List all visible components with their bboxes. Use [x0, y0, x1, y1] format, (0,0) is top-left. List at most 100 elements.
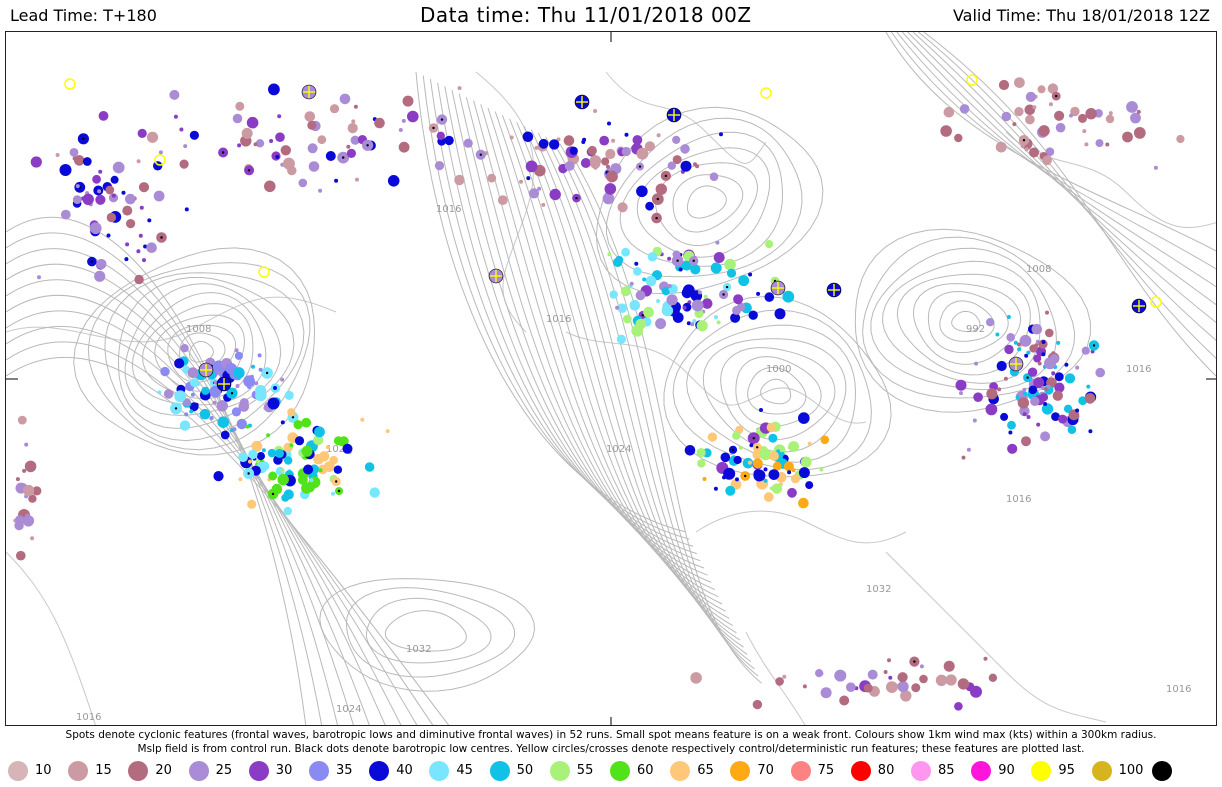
- feature-spot: [60, 209, 71, 220]
- feature-spot: [248, 449, 258, 460]
- low-centre-dot: [656, 197, 659, 201]
- feature-spot: [1095, 367, 1105, 378]
- feature-spot: [308, 161, 320, 172]
- feature-spot: [919, 664, 924, 669]
- feature-spot: [966, 447, 971, 452]
- feature-spot: [355, 177, 359, 182]
- feature-spot: [169, 89, 180, 100]
- feature-spot: [883, 670, 888, 674]
- isobar-line: [672, 174, 744, 233]
- feature-spot: [75, 184, 80, 189]
- feature-spot: [534, 145, 539, 150]
- feature-spot: [645, 275, 657, 287]
- isobar-label: 1016: [76, 712, 101, 723]
- feature-spot: [1108, 111, 1113, 116]
- feature-spot: [281, 493, 290, 502]
- legend-label: 45: [456, 763, 473, 778]
- feature-spot: [96, 258, 107, 270]
- feature-spot: [264, 180, 276, 193]
- valid-time-label: Valid Time: Thu 18/01/2018 12Z: [952, 6, 1210, 25]
- feature-spot: [732, 305, 742, 315]
- feature-spot: [189, 130, 199, 140]
- feature-spot: [457, 86, 462, 91]
- feature-spot: [569, 146, 578, 155]
- feature-spot: [1045, 310, 1049, 315]
- low-centre-dot: [1092, 344, 1096, 347]
- feature-spot: [235, 384, 240, 388]
- feature-spot: [725, 485, 736, 496]
- feature-spot: [680, 160, 692, 172]
- legend-swatch: [1151, 761, 1172, 781]
- feature-spot: [30, 536, 35, 541]
- feature-spot: [623, 314, 632, 324]
- feature-spot: [387, 175, 400, 187]
- feature-spot: [239, 398, 249, 408]
- feature-spot: [1006, 333, 1015, 342]
- feature-spot: [353, 104, 358, 109]
- feature-spot: [98, 169, 103, 174]
- feature-spot: [509, 135, 514, 140]
- feature-spot: [497, 195, 508, 206]
- feature-spot: [940, 125, 952, 137]
- feature-spot: [407, 110, 419, 123]
- feature-spot: [1067, 425, 1077, 435]
- feature-spot: [768, 433, 778, 443]
- feature-spot: [549, 139, 560, 150]
- isobar-line: [319, 578, 536, 692]
- legend-swatch: [911, 761, 931, 781]
- feature-spot: [402, 95, 414, 107]
- legend-swatch: [670, 761, 691, 781]
- caption-line-2: Mslp field is from control run. Black do…: [137, 743, 1085, 755]
- feature-spot: [839, 695, 850, 706]
- feature-spot: [1082, 129, 1087, 134]
- feature-spot: [690, 322, 695, 327]
- feature-spot: [284, 390, 294, 400]
- feature-spot: [325, 445, 330, 450]
- feature-spot: [985, 403, 998, 416]
- feature-spot: [846, 682, 856, 692]
- feature-spot: [621, 247, 630, 257]
- feature-spot: [624, 132, 629, 137]
- feature-spot: [599, 135, 610, 146]
- feature-spot: [667, 256, 672, 261]
- legend-swatch: [1031, 761, 1052, 781]
- feature-spot: [1017, 342, 1021, 347]
- feature-spot: [153, 161, 163, 171]
- feature-spot: [1006, 315, 1011, 319]
- feature-spot: [364, 462, 375, 472]
- feature-spot: [863, 683, 873, 693]
- feature-spot: [463, 138, 473, 148]
- legend-label: 95: [1058, 763, 1075, 778]
- feature-spot: [779, 453, 784, 458]
- feature-spot: [268, 83, 280, 96]
- low-centre-dot: [291, 416, 295, 419]
- feature-spot: [255, 385, 267, 397]
- legend-swatch: [971, 761, 992, 781]
- feature-spot: [24, 460, 37, 473]
- feature-spot: [1030, 396, 1040, 406]
- feature-spot: [580, 158, 591, 168]
- feature-spot: [374, 117, 385, 129]
- feature-spot: [1037, 85, 1046, 94]
- feature-spot: [187, 367, 199, 379]
- feature-spot: [398, 141, 410, 153]
- lead-time-label: Lead Time: T+180: [10, 6, 157, 25]
- feature-spot: [738, 445, 743, 450]
- legend-swatch: [850, 761, 871, 781]
- feature-spot: [695, 164, 700, 169]
- legend-swatch: [549, 761, 570, 781]
- legend-label: 15: [95, 763, 112, 778]
- low-centre-dot: [756, 446, 759, 449]
- feature-spot: [606, 170, 618, 183]
- feature-spot: [106, 233, 111, 238]
- feature-spots: [13, 74, 1185, 711]
- feature-spot: [268, 471, 278, 481]
- feature-spot: [153, 190, 165, 202]
- low-centre-dot: [82, 137, 85, 140]
- feature-spot: [1019, 334, 1032, 347]
- low-centre-dot: [366, 144, 369, 147]
- feature-spot: [122, 205, 133, 216]
- feature-spot: [943, 660, 955, 672]
- feature-spot: [241, 127, 253, 139]
- feature-spot: [983, 656, 988, 661]
